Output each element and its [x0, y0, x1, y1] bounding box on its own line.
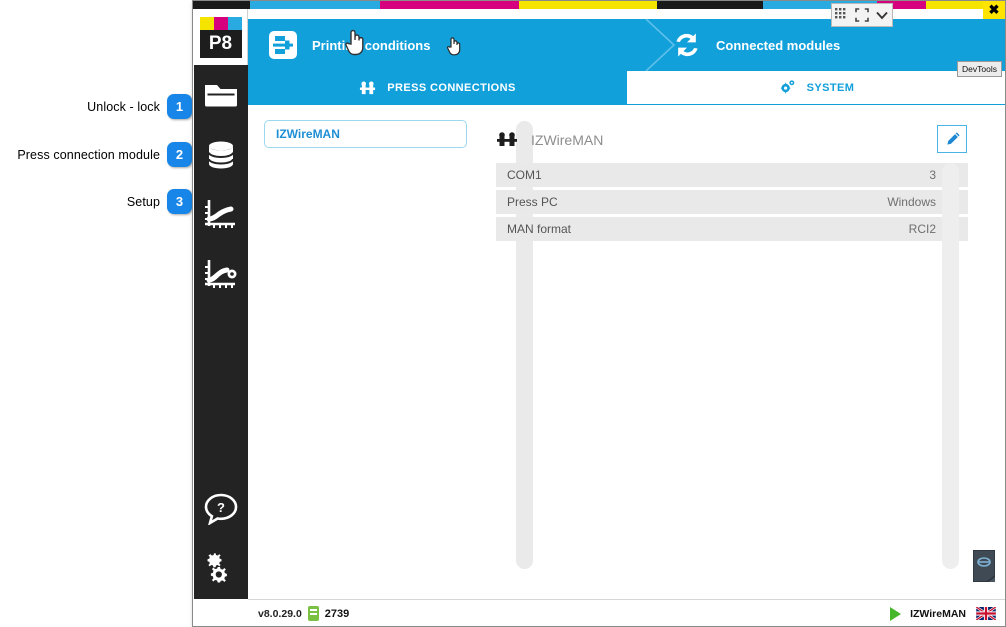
setting-row-press-pc[interactable]: Press PC Windows	[496, 190, 968, 214]
annotation-3: Setup 3	[127, 189, 192, 214]
close-button[interactable]: ✖	[983, 1, 1005, 19]
settings-rows: COM1 3 Press PC Windows MAN format RCI2	[496, 163, 968, 244]
tab-press-connections[interactable]: PRESS CONNECTIONS	[248, 71, 627, 105]
uk-flag-icon[interactable]	[976, 607, 996, 620]
dev-toolbar[interactable]	[831, 3, 893, 27]
gear-system-icon	[780, 80, 794, 94]
grid-icon[interactable]	[835, 8, 849, 22]
annotation-label: Setup	[126, 194, 160, 209]
setting-row-man-format[interactable]: MAN format RCI2	[496, 217, 968, 241]
right-scrollbar[interactable]	[942, 163, 959, 569]
list-item[interactable]: IZWireMAN	[264, 120, 467, 148]
annotation-2: Press connection module 2	[17, 142, 192, 167]
devtools-tooltip: DevTools	[957, 61, 1002, 77]
setting-value: 3	[929, 168, 936, 182]
tab-label: PRESS CONNECTIONS	[387, 82, 516, 94]
sidebar-item-curve[interactable]	[194, 185, 248, 245]
curve-gear-icon	[205, 260, 237, 288]
setting-value: RCI2	[908, 222, 936, 236]
tab-system[interactable]: SYSTEM	[627, 71, 1005, 105]
curve-icon	[205, 200, 235, 228]
press-connections-icon	[497, 132, 517, 146]
setting-label: MAN format	[507, 222, 572, 236]
module-list: IZWireMAN	[264, 120, 467, 148]
setting-label: Press PC	[507, 195, 558, 209]
version-label: v8.0.29.0	[258, 607, 302, 620]
setting-value: Windows	[887, 195, 936, 209]
pencil-icon	[946, 131, 960, 145]
breadcrumb-step-printing-conditions[interactable]: Printing conditions	[268, 19, 430, 71]
sidebar-item-settings[interactable]	[194, 539, 248, 599]
breadcrumb-step-connected-modules[interactable]: Connected modules	[672, 19, 840, 71]
annotation-badge: 2	[167, 142, 192, 167]
setting-label: COM1	[507, 168, 542, 182]
folder-icon	[205, 85, 237, 107]
sidebar-item-help[interactable]: ?	[194, 479, 248, 539]
annotation-badge: 1	[167, 94, 192, 119]
count-label: 2739	[324, 607, 350, 620]
detail-title: IZWireMAN	[496, 131, 603, 149]
annotation-badge: 3	[167, 189, 192, 214]
detail-title-text: IZWireMAN	[531, 132, 604, 148]
setting-row-com1[interactable]: COM1 3	[496, 163, 968, 187]
annotation-label: Unlock - lock	[87, 99, 160, 114]
status-bar: v8.0.29.0 2739 IZWireMAN	[248, 599, 1005, 626]
expand-icon[interactable]	[855, 8, 869, 22]
database-icon	[208, 141, 234, 169]
tab-label: SYSTEM	[806, 81, 855, 94]
press-connections-icon	[360, 81, 376, 94]
app-logo: P8	[194, 9, 248, 65]
sync-icon	[676, 33, 698, 57]
annotation-panel: Unlock - lock 1 Press connection module …	[0, 0, 192, 627]
edge-tab-widget[interactable]	[973, 550, 995, 582]
annotation-1: Unlock - lock 1	[87, 94, 192, 119]
application-window: ✖ DevTools P8 ? Printing conditions Conn…	[192, 0, 1006, 627]
logo-color-bars	[199, 16, 242, 30]
play-icon[interactable]	[890, 606, 902, 621]
chevron-down-icon[interactable]	[875, 8, 889, 22]
sidebar-rail: ?	[194, 65, 248, 599]
sidebar-item-database[interactable]	[194, 125, 248, 185]
logo-text: P8	[199, 29, 242, 58]
edit-button[interactable]	[937, 125, 967, 153]
sidebar-item-curve-setup[interactable]	[194, 245, 248, 305]
gears-icon	[207, 553, 229, 583]
svg-text:?: ?	[217, 500, 225, 515]
help-bubble-icon: ?	[204, 493, 238, 525]
tab-bar: PRESS CONNECTIONS SYSTEM	[248, 71, 1005, 105]
active-module-label: IZWireMAN	[910, 607, 966, 620]
breadcrumb-label: Printing conditions	[312, 37, 431, 53]
sidebar-item-folder[interactable]	[194, 65, 248, 125]
usb-dongle-icon	[307, 606, 319, 621]
breadcrumb-label: Connected modules	[716, 37, 841, 53]
annotation-label: Press connection module	[17, 147, 160, 162]
press-icon	[269, 31, 297, 59]
content-area: IZWireMAN IZWireMAN COM1 3 Press PC Wind…	[248, 105, 1005, 599]
